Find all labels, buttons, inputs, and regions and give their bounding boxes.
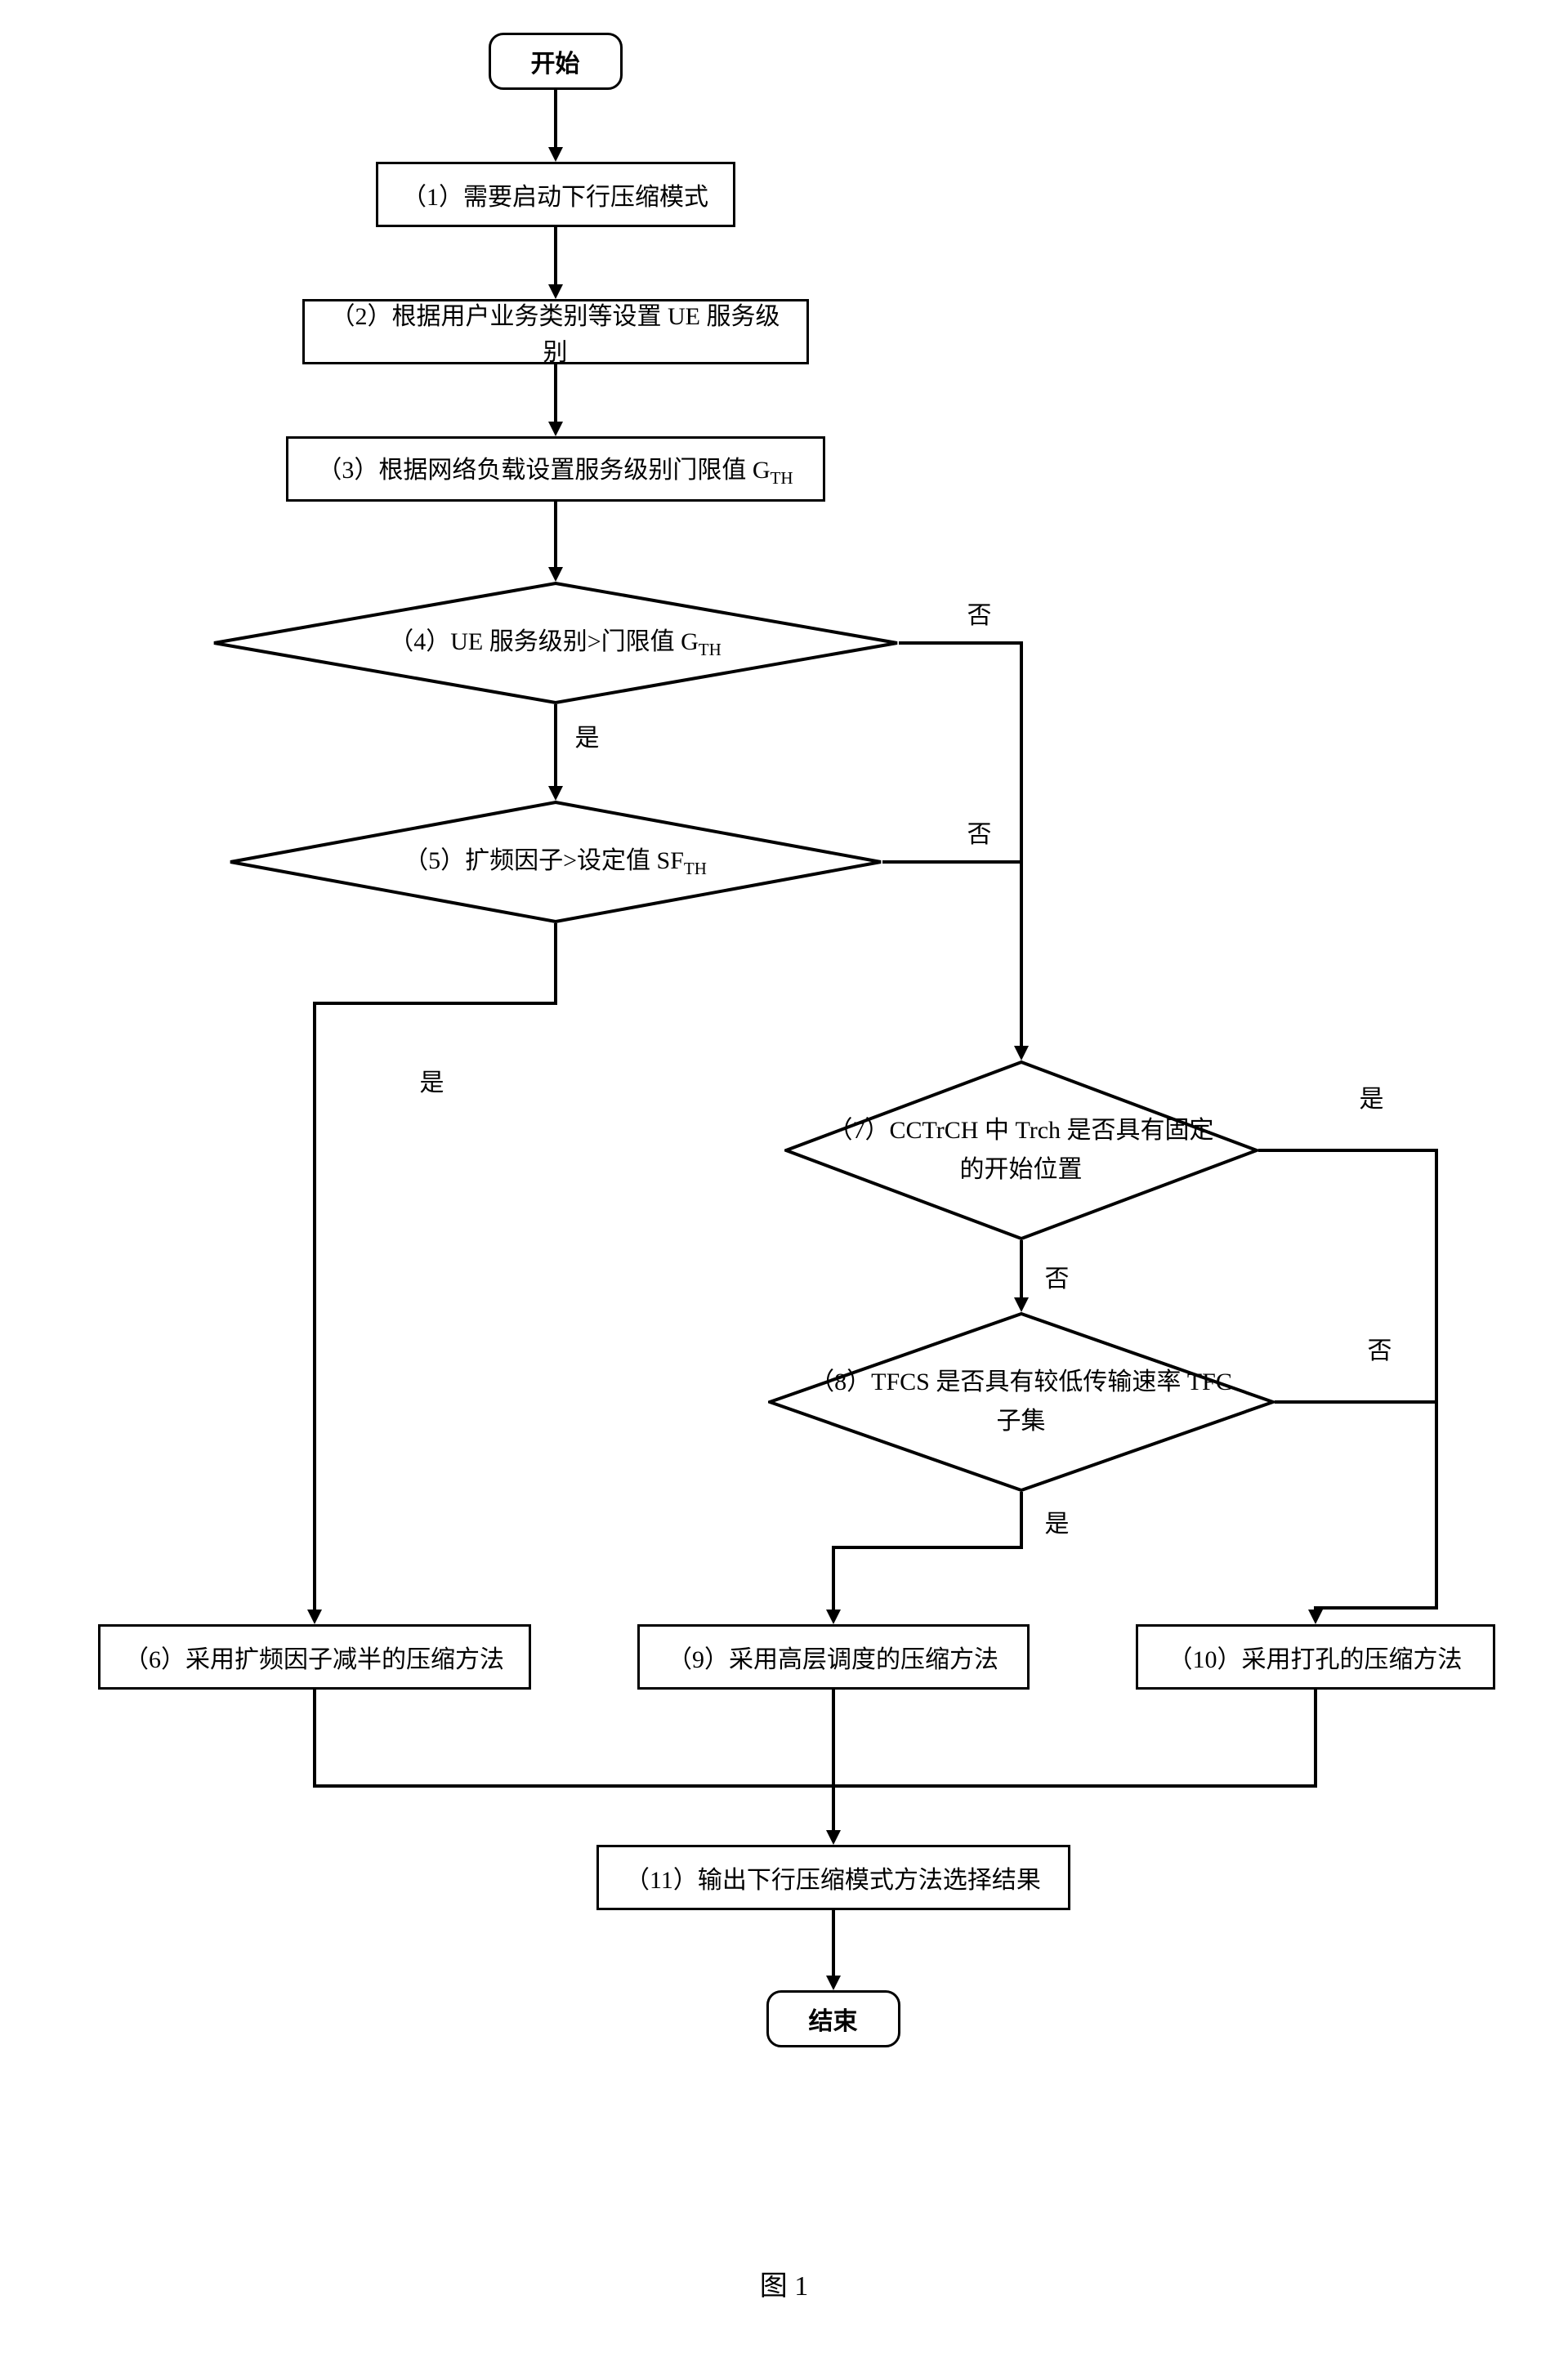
- arrow: [554, 704, 557, 786]
- arrow: [832, 1690, 835, 1830]
- end-text: 结束: [809, 2001, 858, 2037]
- label-no: 否: [1365, 1330, 1396, 1366]
- arrow: [313, 1002, 316, 1610]
- decision-step7: （7）CCTrCH 中 Trch 是否具有固定的开始位置: [784, 1060, 1258, 1240]
- arrow: [1314, 1606, 1438, 1610]
- arrow: [1275, 1400, 1438, 1404]
- decision-step4: （4）UE 服务级别>门限值 GTH: [212, 582, 899, 704]
- label-yes: 是: [1042, 1503, 1073, 1539]
- arrow: [832, 1546, 1023, 1549]
- step4-text: （4）UE 服务级别>门限值 GTH: [356, 623, 754, 664]
- arrow: [832, 1546, 835, 1610]
- arrow: [554, 90, 557, 147]
- step10-text: （10）采用打孔的压缩方法: [1168, 1639, 1463, 1675]
- step11-text: （11）输出下行压缩模式方法选择结果: [625, 1860, 1041, 1895]
- start-text: 开始: [531, 43, 580, 79]
- process-step11: （11）输出下行压缩模式方法选择结果: [596, 1845, 1070, 1910]
- label-no: 否: [964, 814, 995, 850]
- flowchart-container: 开始 （1）需要启动下行压缩模式 （2）根据用户业务类别等设置 UE 服务级别 …: [49, 33, 1520, 2239]
- arrow: [1020, 641, 1023, 1046]
- arrow-head-icon: [1308, 1610, 1323, 1624]
- arrow-head-icon: [826, 1830, 841, 1845]
- step7-text: （7）CCTrCH 中 Trch 是否具有固定的开始位置: [784, 1111, 1258, 1190]
- process-step1: （1）需要启动下行压缩模式: [376, 162, 735, 227]
- label-yes: 是: [1356, 1078, 1387, 1114]
- process-step2: （2）根据用户业务类别等设置 UE 服务级别: [302, 299, 809, 364]
- label-no: 否: [964, 595, 995, 631]
- arrow-head-icon: [826, 1976, 841, 1990]
- step9-text: （9）采用高层调度的压缩方法: [668, 1639, 998, 1675]
- arrow: [832, 1910, 835, 1976]
- terminator-start: 开始: [489, 33, 623, 90]
- decision-step8: （8）TFCS 是否具有较低传输速率 TFC 子集: [768, 1312, 1275, 1492]
- process-step3: （3）根据网络负载设置服务级别门限值 GTH: [286, 436, 825, 502]
- arrow-head-icon: [548, 567, 563, 582]
- arrow-head-icon: [826, 1610, 841, 1624]
- arrow-head-icon: [548, 422, 563, 436]
- arrow: [1020, 1240, 1023, 1297]
- decision-step5: （5）扩频因子>设定值 SFTH: [229, 801, 882, 923]
- arrow-head-icon: [307, 1610, 322, 1624]
- label-no: 否: [1042, 1258, 1073, 1294]
- process-step9: （9）采用高层调度的压缩方法: [637, 1624, 1030, 1690]
- arrow-head-icon: [548, 786, 563, 801]
- step8-text: （8）TFCS 是否具有较低传输速率 TFC 子集: [768, 1363, 1275, 1441]
- arrow: [554, 502, 557, 567]
- arrow: [1435, 1149, 1438, 1610]
- arrow: [313, 1002, 557, 1005]
- arrow: [882, 860, 1023, 864]
- arrow: [554, 923, 557, 1005]
- step1-text: （1）需要启动下行压缩模式: [402, 176, 708, 212]
- figure-caption: 图 1: [760, 2263, 809, 2303]
- terminator-end: 结束: [766, 1990, 900, 2047]
- label-yes: 是: [572, 717, 603, 753]
- arrow: [899, 641, 1023, 645]
- arrow: [313, 1690, 316, 1788]
- arrow: [554, 364, 557, 422]
- arrow: [1258, 1149, 1438, 1152]
- arrow: [313, 1784, 1317, 1788]
- arrow: [554, 227, 557, 284]
- arrow-head-icon: [1014, 1046, 1029, 1060]
- label-yes: 是: [417, 1062, 448, 1098]
- process-step6: （6）采用扩频因子减半的压缩方法: [98, 1624, 531, 1690]
- step5-text: （5）扩频因子>设定值 SFTH: [371, 842, 739, 883]
- step3-text: （3）根据网络负载设置服务级别门限值 GTH: [317, 449, 793, 489]
- arrow-head-icon: [1014, 1297, 1029, 1312]
- arrow: [1020, 1492, 1023, 1549]
- arrow-head-icon: [548, 147, 563, 162]
- process-step10: （10）采用打孔的压缩方法: [1136, 1624, 1495, 1690]
- arrow: [1314, 1690, 1317, 1788]
- step2-text: （2）根据用户业务类别等设置 UE 服务级别: [321, 296, 790, 368]
- step6-text: （6）采用扩频因子减半的压缩方法: [124, 1639, 504, 1675]
